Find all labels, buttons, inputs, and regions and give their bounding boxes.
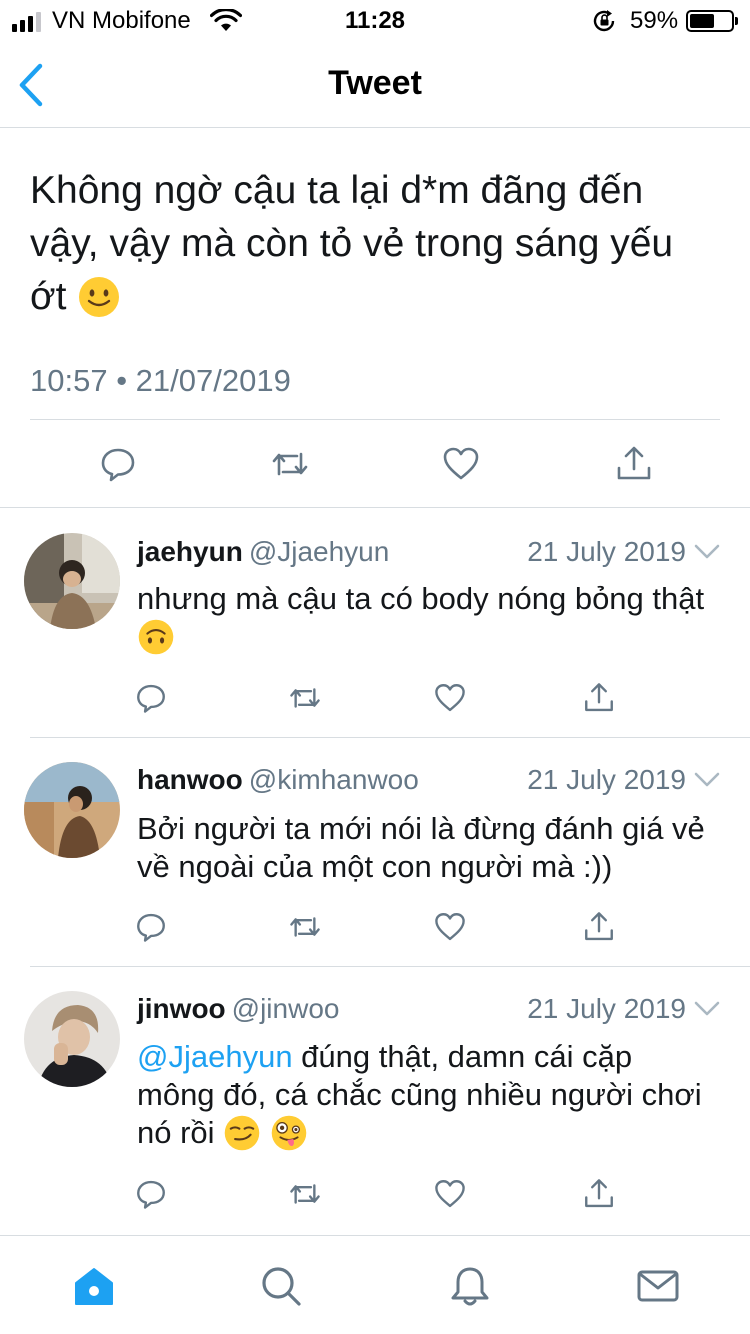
reply-body: nhưng mà cậu ta có body nóng bỏng thật xyxy=(137,581,705,616)
messages-icon[interactable] xyxy=(636,1264,680,1308)
like-icon[interactable] xyxy=(433,910,467,944)
reply-tweet[interactable]: jaehyun @Jjaehyun 21 July 2019 nhưng mà c… xyxy=(0,508,750,738)
avatar[interactable] xyxy=(24,762,120,858)
chevron-down-icon[interactable] xyxy=(694,772,720,788)
home-icon[interactable] xyxy=(72,1264,116,1308)
reply-date: 21 July 2019 xyxy=(527,764,686,795)
reply-author-handle[interactable]: @jinwoo xyxy=(232,993,340,1024)
zany-face-emoji-icon xyxy=(271,1115,307,1151)
navigation-bar: Tweet xyxy=(0,40,750,128)
chevron-down-icon[interactable] xyxy=(694,544,720,560)
avatar[interactable] xyxy=(24,991,120,1087)
search-icon[interactable] xyxy=(259,1264,303,1308)
share-icon[interactable] xyxy=(614,444,654,484)
share-icon[interactable] xyxy=(582,1177,616,1211)
reply-text: nhưng mà cậu ta có body nóng bỏng thật xyxy=(137,580,727,658)
retweet-icon[interactable] xyxy=(288,681,322,715)
reply-text: @Jjaehyun đúng thật, damn cái cặp mông đ… xyxy=(137,1038,717,1154)
main-tweet-text: Không ngờ cậu ta lại d*m đãng đến vậy, v… xyxy=(30,164,720,323)
retweet-icon[interactable] xyxy=(270,444,310,484)
battery-percentage: 59% xyxy=(630,7,679,34)
main-tweet-body: Không ngờ cậu ta lại d*m đãng đến vậy, v… xyxy=(30,169,674,318)
reply-author-name[interactable]: jaehyun xyxy=(137,536,243,567)
reply-body: Bởi người ta mới nói là đừng đánh giá vẻ… xyxy=(137,811,705,884)
mention-link[interactable]: @Jjaehyun xyxy=(137,1039,293,1074)
like-icon[interactable] xyxy=(433,681,467,715)
rotation-lock-icon xyxy=(593,10,615,32)
like-icon[interactable] xyxy=(433,1177,467,1211)
reply-icon[interactable] xyxy=(98,444,138,484)
like-icon[interactable] xyxy=(441,444,481,484)
retweet-icon[interactable] xyxy=(288,1177,322,1211)
avatar[interactable] xyxy=(24,533,120,629)
main-tweet-actions xyxy=(30,420,720,507)
main-tweet: Không ngờ cậu ta lại d*m đãng đến vậy, v… xyxy=(30,128,720,399)
reply-date: 21 July 2019 xyxy=(527,993,686,1024)
main-tweet-timestamp: 10:57 • 21/07/2019 xyxy=(30,363,291,398)
smirking-face-emoji-icon xyxy=(224,1115,260,1151)
status-bar: VN Mobifone 11:28 59% xyxy=(0,0,750,40)
reply-text: Bởi người ta mới nói là đừng đánh giá vẻ… xyxy=(137,810,727,886)
retweet-icon[interactable] xyxy=(288,910,322,944)
reply-tweet[interactable]: jinwoo @jinwoo 21 July 2019 @Jjaehyun đún… xyxy=(0,967,750,1235)
tab-bar xyxy=(0,1235,750,1334)
battery-icon xyxy=(686,10,738,32)
reply-icon[interactable] xyxy=(134,681,168,715)
reply-author-handle[interactable]: @Jjaehyun xyxy=(249,536,390,567)
reply-tweet[interactable]: hanwoo @kimhanwoo 21 July 2019 Bởi người … xyxy=(0,738,750,966)
battery-level-fill xyxy=(690,14,714,28)
reply-author-name[interactable]: hanwoo xyxy=(137,764,243,795)
share-icon[interactable] xyxy=(582,681,616,715)
reply-author-handle[interactable]: @kimhanwoo xyxy=(249,764,419,795)
slightly-smiling-face-emoji-icon xyxy=(79,276,120,317)
notifications-icon[interactable] xyxy=(448,1264,492,1308)
reply-author-name[interactable]: jinwoo xyxy=(137,993,226,1024)
upside-down-face-emoji-icon xyxy=(138,619,174,655)
reply-icon[interactable] xyxy=(134,910,168,944)
reply-date: 21 July 2019 xyxy=(527,536,686,567)
share-icon[interactable] xyxy=(582,910,616,944)
chevron-down-icon[interactable] xyxy=(694,1001,720,1017)
page-title: Tweet xyxy=(328,64,422,102)
reply-icon[interactable] xyxy=(134,1177,168,1211)
